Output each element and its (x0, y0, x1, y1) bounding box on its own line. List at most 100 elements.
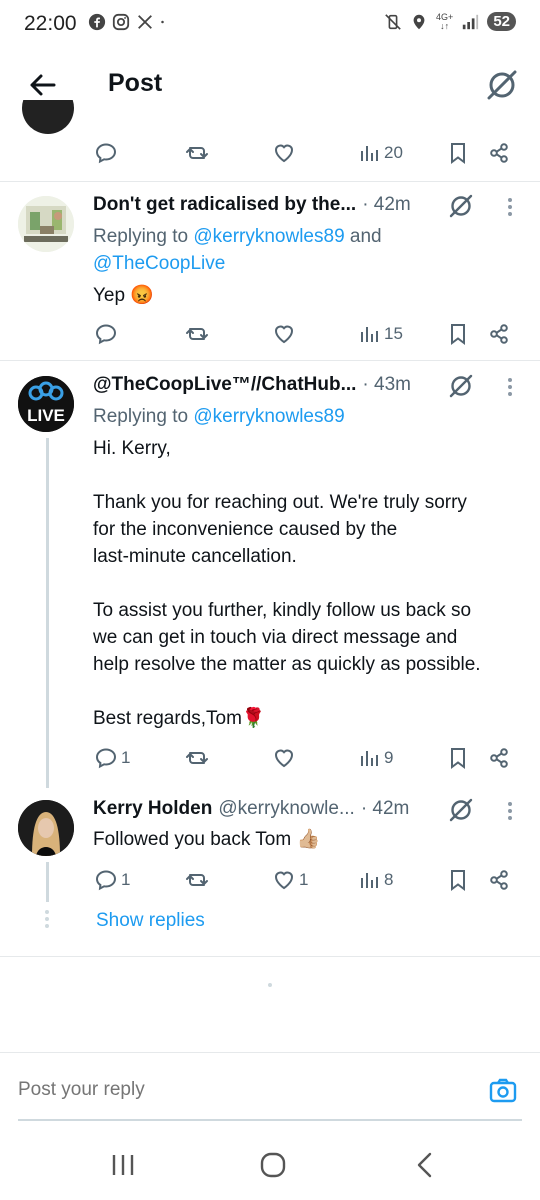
bookmark-icon (451, 324, 465, 345)
like-button[interactable] (272, 138, 296, 168)
network-activity: ↓↑ (440, 20, 450, 31)
repost-button[interactable] (185, 138, 209, 168)
reply-button[interactable]: 1 (94, 743, 130, 773)
more-icon[interactable] (505, 800, 515, 824)
reply-input[interactable] (18, 1079, 438, 1101)
thread-dots (45, 910, 51, 931)
share-button[interactable] (487, 138, 511, 168)
back-icon[interactable] (410, 1150, 440, 1180)
mention-link[interactable]: @kerryknowles89 (193, 226, 344, 247)
bookmark-button[interactable] (446, 865, 470, 895)
arrow-left-icon[interactable] (24, 67, 60, 103)
reply-button[interactable] (94, 138, 118, 168)
reply-icon (95, 748, 117, 769)
share-button[interactable] (487, 743, 511, 773)
author-name[interactable]: Don't get radicalised by the... (93, 194, 356, 216)
views-button[interactable]: 9 (357, 743, 393, 773)
tweet-header: Don't get radicalised by the... · 42m (93, 194, 411, 216)
views-button[interactable]: 8 (357, 865, 393, 895)
bookmark-icon (451, 143, 465, 164)
tweet-actions: 1 9 (92, 743, 522, 773)
reply-icon (95, 143, 117, 164)
grok-icon[interactable] (447, 192, 475, 220)
more-icon[interactable] (505, 196, 515, 220)
tweet-header: @TheCoopLive™//ChatHub... · 43m (93, 374, 411, 396)
avatar[interactable] (18, 196, 74, 252)
tweet-header: Kerry Holden @kerryknowle... · 42m (93, 798, 409, 820)
share-icon (490, 324, 508, 344)
4g-icon: 4G+ ↓↑ (436, 12, 453, 31)
reply-underline (18, 1119, 522, 1121)
tweet-time[interactable]: · 43m (362, 374, 411, 396)
divider (0, 181, 540, 182)
status-time: 22:00 (24, 12, 77, 35)
bookmark-button[interactable] (446, 319, 470, 349)
author-handle[interactable]: @kerryknowle... (218, 798, 355, 820)
divider (0, 360, 540, 361)
reply-icon (95, 324, 117, 345)
bookmark-icon (451, 748, 465, 769)
share-icon (490, 748, 508, 768)
views-count: 9 (384, 748, 394, 767)
thread-line (46, 862, 49, 902)
share-icon (490, 143, 508, 163)
reply-count: 1 (121, 748, 131, 767)
bookmark-icon (451, 870, 465, 891)
share-button[interactable] (487, 865, 511, 895)
bookmark-button[interactable] (446, 743, 470, 773)
tweet-time[interactable]: · 42m (361, 798, 410, 820)
reply-button[interactable]: 1 (94, 865, 130, 895)
cartoon-avatar-image (18, 196, 74, 252)
camera-icon[interactable] (488, 1075, 518, 1105)
mention-link[interactable]: @kerryknowles89 (193, 406, 344, 427)
reply-icon (95, 870, 117, 891)
divider (0, 956, 540, 957)
views-icon (361, 327, 378, 342)
heart-icon (274, 144, 294, 163)
repost-icon (186, 328, 208, 340)
views-button[interactable]: 20 (357, 138, 403, 168)
tweet-text: Hi. Kerry, Thank you for reaching out. W… (93, 438, 481, 729)
reply-composer (0, 1052, 540, 1122)
repost-icon (186, 874, 208, 886)
show-replies-link[interactable]: Show replies (96, 910, 205, 932)
profile-photo (18, 800, 74, 856)
signal-icon (463, 14, 479, 29)
share-button[interactable] (487, 319, 511, 349)
like-button[interactable] (272, 743, 296, 773)
bookmark-button[interactable] (446, 138, 470, 168)
like-button[interactable]: 1 (272, 865, 308, 895)
like-button[interactable] (272, 319, 296, 349)
like-count: 1 (299, 870, 309, 889)
author-name[interactable]: Kerry Holden (93, 798, 212, 820)
recents-icon[interactable] (108, 1150, 138, 1180)
views-icon (361, 873, 378, 888)
grok-icon[interactable] (484, 67, 520, 103)
grok-icon[interactable] (447, 372, 475, 400)
tweet-time[interactable]: · 42m (362, 194, 411, 216)
repost-button[interactable] (185, 865, 209, 895)
repost-icon (186, 147, 208, 159)
repost-button[interactable] (185, 743, 209, 773)
views-button[interactable]: 15 (357, 319, 403, 349)
replying-prefix: Replying to (93, 226, 194, 247)
grok-icon[interactable] (447, 796, 475, 824)
more-icon[interactable] (505, 376, 515, 400)
avatar[interactable]: LIVE (18, 376, 74, 432)
views-count: 20 (384, 143, 403, 162)
tweet-actions: 15 (92, 319, 522, 349)
home-icon[interactable] (258, 1150, 288, 1180)
author-name[interactable]: @TheCoopLive™//ChatHub... (93, 374, 356, 396)
reply-count: 1 (121, 870, 131, 889)
repost-button[interactable] (185, 319, 209, 349)
notification-icons (88, 13, 170, 31)
loading-dot (268, 983, 272, 987)
status-bar: 22:00 4G+ ↓↑ 52 (0, 0, 540, 50)
reply-button[interactable] (94, 319, 118, 349)
mention-link[interactable]: @TheCoopLive (93, 253, 225, 274)
avatar[interactable] (18, 800, 74, 856)
replying-to: Replying to @kerryknowles89 and @TheCoop… (93, 223, 382, 277)
views-icon (361, 146, 378, 161)
avatar[interactable] (22, 100, 74, 134)
replying-prefix: Replying to (93, 406, 194, 427)
